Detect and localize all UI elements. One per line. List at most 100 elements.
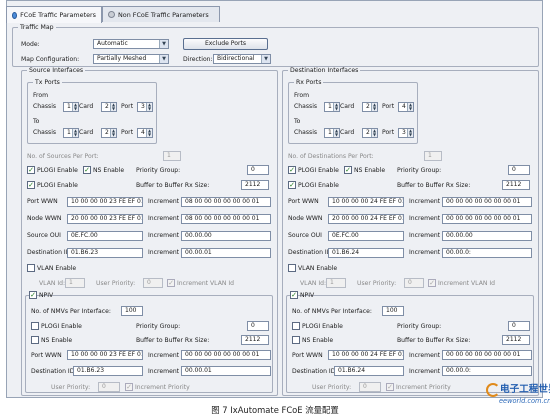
dest-node_wwn-increment-field[interactable]: 00 00 00 00 00 00 00 01 — [442, 214, 532, 224]
dest-npiv-ns-checkbox[interactable] — [292, 336, 300, 344]
dest-oui-increment-field[interactable]: 00.00.00 — [442, 231, 532, 241]
dest-fcoe-plogi-label: PLOGI Enable — [298, 167, 339, 174]
dest-from-chassis-spinner[interactable]: 1 ▲ ▼ — [324, 102, 340, 112]
dest-dest_id-increment-field[interactable]: 00.00.0: — [442, 248, 532, 258]
mode-select[interactable]: Automatic ▼ — [93, 39, 169, 49]
source-npiv-ns-checkbox[interactable] — [31, 336, 39, 344]
source-node_wwn-field[interactable]: 20 00 00 00 23 FE EF 01 — [67, 214, 143, 224]
chevron-down-icon[interactable]: ▼ — [159, 55, 168, 63]
source-npiv-count-spinner[interactable]: 100 — [121, 306, 143, 316]
dest-priority-spinner[interactable]: 0 — [508, 165, 530, 175]
source-oui-increment-field[interactable]: 00.00.00 — [181, 231, 271, 241]
dest-vlan-id-field[interactable]: 1 — [326, 278, 346, 288]
source-oui-field[interactable]: 0E.FC.00 — [67, 231, 143, 241]
dest-npiv-dest-id-field[interactable]: 01.B6.24 — [334, 366, 404, 376]
exclude-ports-button[interactable]: Exclude Ports — [183, 38, 268, 50]
dest-npiv-label: NPIV — [300, 292, 315, 299]
chevron-down-icon[interactable]: ▼ — [261, 55, 270, 63]
dest-increment-vlan-checkbox[interactable]: ✓ — [428, 279, 436, 287]
source-fcoe-plogi-checkbox[interactable]: ✓ — [27, 166, 35, 174]
source-npiv-port-wwn-increment-field[interactable]: 00 00 00 00 00 00 00 01 — [181, 350, 271, 360]
dest-node_wwn-field[interactable]: 20 00 00 00 24 FE EF 01 — [328, 214, 404, 224]
chevron-down-icon[interactable]: ▼ — [159, 40, 168, 48]
dest-from-port-spinner[interactable]: 4 ▲ ▼ — [398, 102, 414, 112]
source-to-card-spinner[interactable]: 2 ▲ ▼ — [101, 128, 117, 138]
dest-npiv-dest-increment-field[interactable]: 00.00.0: — [442, 366, 532, 376]
dest-npiv-user-priority-field[interactable]: 0 — [359, 382, 381, 392]
spin-arrows-icon[interactable]: ▲ ▼ — [72, 103, 78, 111]
source-from-port-spinner[interactable]: 3 ▲ ▼ — [137, 102, 153, 112]
source-npiv-dest-id-field[interactable]: 01.B6.23 — [73, 366, 143, 376]
dest-user-priority-field[interactable]: 0 — [404, 278, 424, 288]
source-increment-priority-checkbox[interactable]: ✓ — [125, 383, 133, 391]
source-from-chassis-spinner[interactable]: 1 ▲ ▼ — [63, 102, 79, 112]
source-npiv-priority-spinner[interactable]: 0 — [247, 321, 269, 331]
dest-npiv-port-wwn-field[interactable]: 10 00 00 00 24 FE EF 01 — [328, 350, 404, 360]
dest-port_wwn-field[interactable]: 10 00 00 00 24 FE EF 01 — [328, 197, 404, 207]
source-node_wwn-label: Node WWN — [27, 215, 62, 222]
dest-fcoe-plogi-checkbox[interactable]: ✓ — [288, 166, 296, 174]
dest-npiv-priority-spinner[interactable]: 0 — [508, 321, 530, 331]
source-npiv-user-priority-field[interactable]: 0 — [98, 382, 120, 392]
spin-arrows-icon[interactable]: ▲ ▼ — [333, 103, 339, 111]
dest-to-port-spinner[interactable]: 3 ▲ ▼ — [398, 128, 414, 138]
source-npiv-port-wwn-field[interactable]: 10 00 00 00 23 FE EF 01 — [67, 350, 143, 360]
map-config-select[interactable]: Partially Meshed ▼ — [93, 54, 169, 64]
dest-increment-priority-checkbox[interactable]: ✓ — [386, 383, 394, 391]
source-count-spinner[interactable]: 1 — [163, 151, 181, 161]
source-ns-enable-checkbox[interactable]: ✓ — [83, 166, 91, 174]
dest-buffer-spinner[interactable]: 2112 — [502, 180, 530, 190]
source-plogi-checkbox[interactable]: ✓ — [27, 181, 35, 189]
dest-from-card-spinner[interactable]: 2 ▲ ▼ — [362, 102, 378, 112]
source-dest_id-field[interactable]: 01.B6.23 — [67, 248, 143, 258]
dest-ns-enable-checkbox[interactable]: ✓ — [344, 166, 352, 174]
source-vlan-checkbox[interactable] — [27, 264, 35, 272]
dest-npiv-ns-label: NS Enable — [302, 337, 334, 344]
spin-arrows-icon[interactable]: ▲ ▼ — [371, 103, 377, 111]
traffic-map-group: Traffic Map — [12, 24, 539, 67]
source-npiv-plogi-checkbox[interactable] — [31, 322, 39, 330]
dest-npiv-port-wwn-increment-field[interactable]: 00 00 00 00 00 00 00 01 — [442, 350, 532, 360]
source-to-chassis-spinner[interactable]: 1 ▲ ▼ — [63, 128, 79, 138]
dest-count-spinner[interactable]: 1 — [424, 151, 442, 161]
source-port_wwn-increment-field[interactable]: 08 00 00 00 00 00 00 01 — [181, 197, 271, 207]
source-to-port-spinner[interactable]: 4 ▲ ▼ — [137, 128, 153, 138]
dest-increment-priority-label: Increment Priority — [396, 384, 451, 391]
spin-arrows-icon[interactable]: ▲ ▼ — [146, 129, 152, 137]
dest-to-card-spinner[interactable]: 2 ▲ ▼ — [362, 128, 378, 138]
source-buffer-spinner[interactable]: 2112 — [241, 180, 269, 190]
dest-vlan-checkbox[interactable] — [288, 264, 296, 272]
source-from-card-spinner[interactable]: 2 ▲ ▼ — [101, 102, 117, 112]
source-port_wwn-field[interactable]: 10 00 00 00 23 FE EF 01 — [67, 197, 143, 207]
dest-npiv-plogi-checkbox[interactable] — [292, 322, 300, 330]
spin-arrows-icon[interactable]: ▲ ▼ — [333, 129, 339, 137]
spin-arrows-icon[interactable]: ▲ ▼ — [146, 103, 152, 111]
source-npiv-dest-increment-field[interactable]: 00.00.01 — [181, 366, 271, 376]
tab-fcoe-traffic[interactable]: FCoE Traffic Parameters — [6, 6, 102, 23]
source-npiv-buffer-spinner[interactable]: 2112 — [241, 335, 269, 345]
dest-dest_id-field[interactable]: 01.B6.24 — [328, 248, 404, 258]
source-user-priority-field[interactable]: 0 — [143, 278, 163, 288]
dest-npiv-checkbox[interactable]: ✓ — [290, 291, 298, 299]
dest-oui-field[interactable]: 0E.FC.00 — [328, 231, 404, 241]
spin-arrows-icon[interactable]: ▲ ▼ — [110, 129, 116, 137]
source-increment-vlan-checkbox[interactable]: ✓ — [167, 279, 175, 287]
spin-arrows-icon[interactable]: ▲ ▼ — [407, 103, 413, 111]
spin-arrows-icon[interactable]: ▲ ▼ — [72, 129, 78, 137]
dest-dest_id-label: Destination ID — [288, 249, 332, 256]
source-node_wwn-increment-field[interactable]: 08 00 00 00 00 00 00 01 — [181, 214, 271, 224]
direction-select[interactable]: Bidirectional ▼ — [213, 54, 271, 64]
spin-arrows-icon[interactable]: ▲ ▼ — [371, 129, 377, 137]
tab-non-fcoe-traffic[interactable]: Non FCoE Traffic Parameters — [102, 6, 220, 22]
spin-arrows-icon[interactable]: ▲ ▼ — [407, 129, 413, 137]
source-priority-spinner[interactable]: 0 — [247, 165, 269, 175]
spin-arrows-icon[interactable]: ▲ ▼ — [110, 103, 116, 111]
dest-to-chassis-spinner[interactable]: 1 ▲ ▼ — [324, 128, 340, 138]
dest-port_wwn-increment-field[interactable]: 00 00 00 00 00 00 00 01 — [442, 197, 532, 207]
source-npiv-checkbox[interactable]: ✓ — [29, 291, 37, 299]
dest-npiv-count-spinner[interactable]: 100 — [382, 306, 404, 316]
dest-npiv-buffer-spinner[interactable]: 2112 — [502, 335, 530, 345]
dest-plogi-checkbox[interactable]: ✓ — [288, 181, 296, 189]
source-dest_id-increment-field[interactable]: 00.00.01 — [181, 248, 271, 258]
source-vlan-id-field[interactable]: 1 — [65, 278, 85, 288]
